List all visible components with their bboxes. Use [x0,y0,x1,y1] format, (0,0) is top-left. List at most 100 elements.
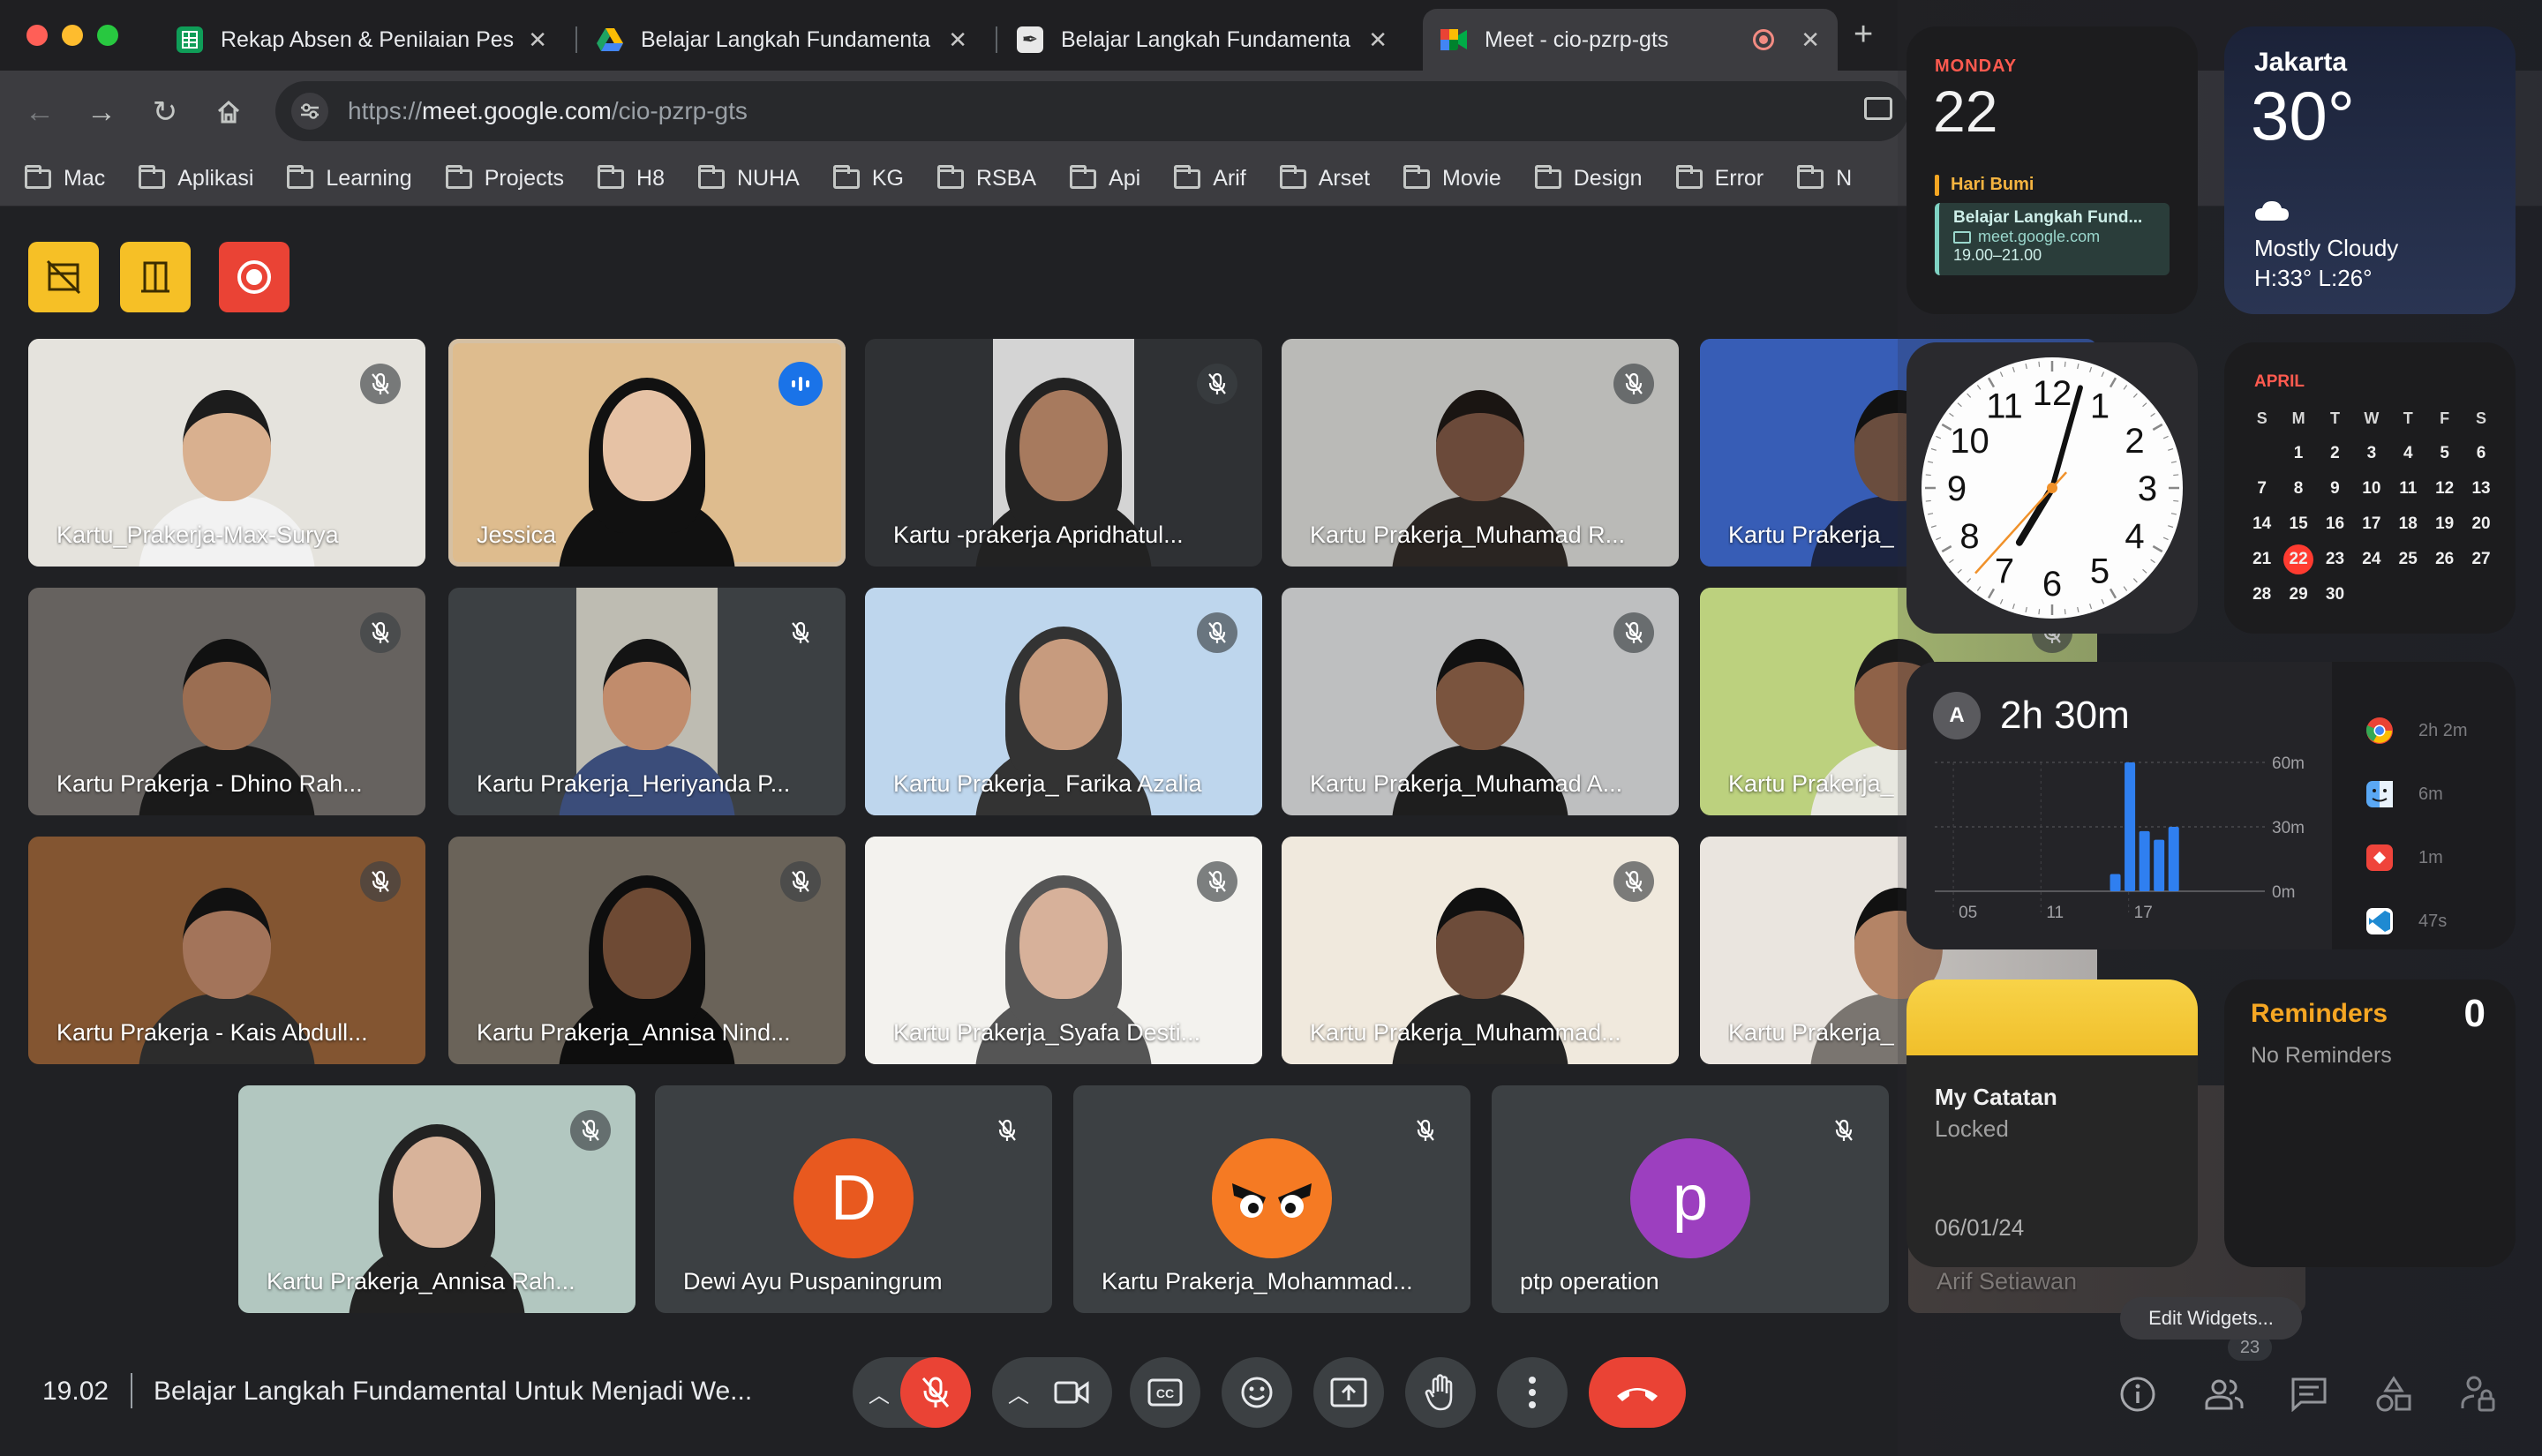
bookmark-folder[interactable]: Learning [287,164,412,191]
event-card[interactable]: Belajar Langkah Fund... meet.google.com … [1935,203,2170,275]
bookmark-folder[interactable]: KG [832,164,904,191]
maximize-window-button[interactable] [97,25,118,46]
minimize-window-button[interactable] [62,25,83,46]
companion-mode-button[interactable] [120,242,191,312]
present-button[interactable] [1313,1357,1384,1428]
day-cell[interactable]: 27 [2463,544,2499,574]
day-cell[interactable]: 24 [2353,544,2389,574]
participant-tile[interactable]: Kartu Prakerja_Syafa Desti... [865,837,1262,1064]
participant-tile[interactable]: Kartu Prakerja_Heriyanda P... [448,588,846,815]
day-cell[interactable]: 4 [2390,439,2426,469]
day-cell[interactable]: 10 [2353,474,2389,504]
leave-call-button[interactable] [1589,1357,1686,1428]
close-tab-icon[interactable]: ✕ [528,26,547,54]
participant-tile[interactable]: Kartu Prakerja_Annisa Nind... [448,837,846,1064]
tab-course[interactable]: ✒ Belajar Langkah Fundamenta ✕ [999,9,1405,71]
day-cell[interactable]: 2 [2317,439,2353,469]
day-cell[interactable]: 9 [2317,474,2353,504]
day-cell[interactable]: 8 [2280,474,2316,504]
day-cell[interactable]: 16 [2317,509,2353,539]
day-cell[interactable]: 6 [2463,439,2499,469]
clock-widget[interactable]: 12 1 2 3 4 5 6 7 8 9 10 11 [1906,342,2198,634]
host-controls-button[interactable] [28,242,99,312]
close-tab-icon[interactable]: ✕ [1801,26,1820,54]
day-cell[interactable]: 20 [2463,509,2499,539]
bookmark-folder[interactable]: Projects [445,164,564,191]
day-cell[interactable]: 19 [2426,509,2463,539]
day-cell[interactable]: 13 [2463,474,2499,504]
weather-widget[interactable]: Jakarta 30° Mostly Cloudy H:33° L:26° [2224,26,2516,314]
participant-tile[interactable]: Kartu Prakerja_Muhamad A... [1282,588,1679,815]
close-tab-icon[interactable]: ✕ [1368,26,1388,54]
bookmark-folder[interactable]: H8 [598,164,665,191]
participant-tile[interactable]: D Dewi Ayu Puspaningrum [655,1085,1052,1313]
recording-button[interactable] [219,242,290,312]
back-button[interactable]: ← [18,90,62,134]
close-tab-icon[interactable]: ✕ [948,26,967,54]
day-cell[interactable]: 1 [2280,439,2316,469]
bookmark-folder[interactable]: Arif [1174,164,1246,191]
participant-tile[interactable]: Kartu_Prakerja-Max-Surya [28,339,425,567]
day-cell[interactable]: 28 [2244,580,2280,610]
site-info-icon[interactable] [291,93,328,130]
tab-meet[interactable]: Meet - cio-pzrp-gts ✕ [1423,9,1838,71]
participant-tile[interactable]: Kartu Prakerja_Mohammad... [1073,1085,1470,1313]
microphone-button[interactable] [900,1357,971,1428]
day-cell[interactable]: 18 [2390,509,2426,539]
bookmark-folder[interactable]: Mac [25,164,105,191]
day-cell[interactable]: 14 [2244,509,2280,539]
day-cell[interactable]: 3 [2353,439,2389,469]
close-window-button[interactable] [26,25,48,46]
bookmark-folder[interactable]: Error [1675,164,1764,191]
bookmark-folder[interactable]: Api [1070,164,1140,191]
video-settings-button[interactable]: ︿ [992,1357,1112,1428]
raise-hand-button[interactable] [1405,1357,1476,1428]
day-cell[interactable]: 30 [2317,580,2353,610]
day-cell[interactable]: 22 [2280,544,2316,574]
day-cell[interactable]: 11 [2390,474,2426,504]
day-cell[interactable]: 17 [2353,509,2389,539]
bookmark-folder[interactable]: NUHA [697,164,800,191]
calendar-day-widget[interactable]: MONDAY 22 Hari Bumi Belajar Langkah Fund… [1906,26,2198,314]
tab-drive[interactable]: Belajar Langkah Fundamenta ✕ [579,9,985,71]
participant-tile[interactable]: Kartu Prakerja_ Farika Azalia [865,588,1262,815]
participant-tile[interactable]: Kartu Prakerja - Dhino Rah... [28,588,425,815]
day-cell[interactable]: 26 [2426,544,2463,574]
bookmark-folder[interactable]: Movie [1403,164,1501,191]
participant-tile[interactable]: Kartu Prakerja_Muhamad R... [1282,339,1679,567]
captions-button[interactable]: CC [1130,1357,1200,1428]
participant-tile[interactable]: Kartu Prakerja_Annisa Rah... [238,1085,636,1313]
day-cell[interactable]: 23 [2317,544,2353,574]
bookmark-folder[interactable]: RSBA [936,164,1036,191]
bookmark-folder[interactable]: Arset [1279,164,1370,191]
reactions-button[interactable] [1222,1357,1292,1428]
screen-time-widget[interactable]: A 2h 30m 60m 30m 0m 05 11 17 2h 2m 6m 1m 47s [1906,662,2516,949]
home-button[interactable] [207,90,251,134]
participant-tile[interactable]: p ptp operation [1492,1085,1889,1313]
reload-button[interactable]: ↻ [143,90,187,134]
bookmark-folder[interactable]: N [1797,164,1852,191]
new-tab-button[interactable]: + [1854,16,1873,54]
day-cell[interactable]: 25 [2390,544,2426,574]
day-cell[interactable]: 5 [2426,439,2463,469]
edit-widgets-button[interactable]: Edit Widgets... [2120,1297,2302,1340]
day-cell[interactable]: 7 [2244,474,2280,504]
more-options-button[interactable] [1497,1357,1568,1428]
calendar-month-widget[interactable]: APRIL S M T W T F S 1 2 3 4 5 6 7 8 9 10 11 12 13 14 15 16 17 18… [2224,342,2516,634]
day-cell[interactable]: 21 [2244,544,2280,574]
cast-icon[interactable] [1864,97,1892,120]
day-cell[interactable]: 15 [2280,509,2316,539]
participant-tile[interactable]: Kartu Prakerja - Kais Abdull... [28,837,425,1064]
tab-sheets[interactable]: Rekap Absen & Penilaian Pes ✕ [159,9,565,71]
address-bar[interactable]: https://meet.google.com/cio-pzrp-gts [275,81,1908,141]
bookmark-folder[interactable]: Design [1534,164,1643,191]
participant-tile[interactable]: Kartu -prakerja Apridhatul... [865,339,1262,567]
participant-tile[interactable]: Jessica [448,339,846,567]
reminders-widget[interactable]: Reminders 0 No Reminders [2224,979,2516,1267]
day-cell[interactable]: 29 [2280,580,2316,610]
notes-widget[interactable]: My Catatan Locked 06/01/24 [1906,979,2198,1267]
bookmark-folder[interactable]: Aplikasi [139,164,253,191]
day-cell[interactable]: 12 [2426,474,2463,504]
participant-tile[interactable]: Kartu Prakerja_Muhammad... [1282,837,1679,1064]
forward-button[interactable]: → [79,90,124,134]
